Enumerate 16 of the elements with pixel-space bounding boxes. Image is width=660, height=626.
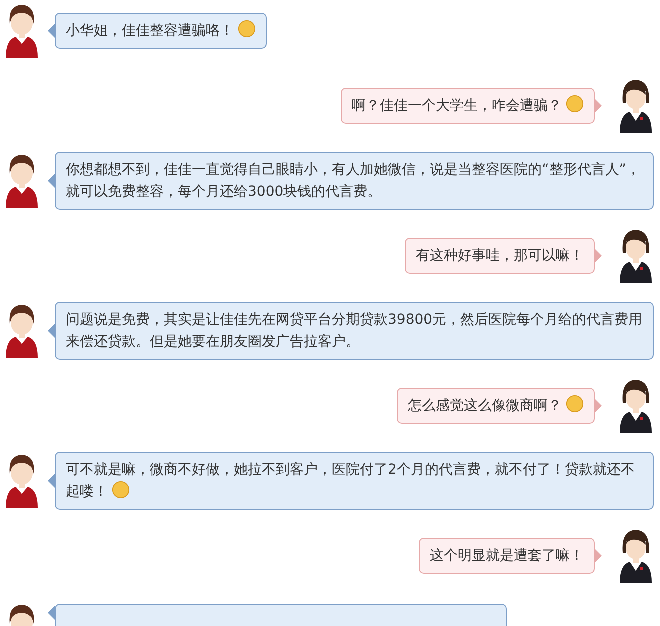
message-text: 怎么感觉这么像微商啊？: [408, 398, 562, 414]
avatar-icon: [4, 2, 40, 58]
message-text: 你想都想不到，佳佳一直觉得自己眼睛小，有人加她微信，说是当整容医院的“整形代言人”，就可以免费整容，每个月还给3000块钱的代言费。: [66, 162, 641, 200]
avatar-icon: [618, 77, 654, 133]
message-text: 有这种好事哇，那可以嘛！: [416, 248, 584, 264]
avatar-icon: [618, 227, 654, 283]
avatar-icon: [618, 527, 654, 583]
message-text: 可不就是嘛，微商不好做，她拉不到客户，医院付了2个月的代言费，就不付了！贷款就还不起喽！: [66, 462, 635, 500]
avatar-icon: [618, 377, 654, 433]
message-text: 问题说是免费，其实是让佳佳先在网贷平台分期贷款39800元，然后医院每个月给的代言费用来偿还贷款。但是她要在朋友圈发广告拉客户。: [66, 312, 643, 350]
message-text: 这个明显就是遭套了嘛！: [430, 548, 584, 564]
avatar-icon: [4, 302, 40, 358]
avatar-icon: [4, 452, 40, 508]
message-text: 啊？佳佳一个大学生，咋会遭骗？: [352, 98, 562, 114]
message-text: 小华姐，佳佳整容遭骗咯！: [66, 23, 234, 39]
avatar-icon: [4, 152, 40, 208]
